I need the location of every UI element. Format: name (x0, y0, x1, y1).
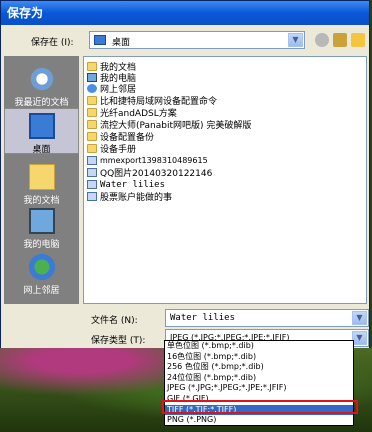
place-label: 桌面 (32, 145, 51, 155)
computer-icon (87, 73, 97, 82)
folder-icon (87, 144, 97, 153)
list-item[interactable]: 光纤andADSL方案 (87, 107, 177, 119)
list-item-label: mmexport1398310489615 (100, 156, 208, 165)
list-item[interactable]: 股票账户能做的事 (87, 191, 173, 203)
image-icon (87, 168, 97, 177)
folder-icon (87, 120, 97, 129)
filetype-option[interactable]: 24位位图 (*.bmp;*.dib) (165, 373, 353, 384)
list-item[interactable]: mmexport1398310489615 (87, 155, 208, 166)
save-in-dropdown[interactable]: 桌面 ▼ (89, 31, 305, 49)
place-recent[interactable]: 我最近的文档 (4, 66, 79, 108)
list-item[interactable]: 流控大师(Panabit网吧版) 完美破解版 (87, 119, 251, 131)
chevron-down-icon[interactable]: ▼ (352, 331, 367, 345)
list-item[interactable]: QQ图片20140320122146 (87, 167, 213, 179)
folder-icon (87, 132, 97, 141)
network-places-icon (28, 254, 55, 280)
place-my-documents[interactable]: 我的文档 (4, 164, 79, 206)
place-label: 我最近的文档 (14, 98, 69, 108)
image-icon (87, 192, 97, 201)
desktop-small-icon (94, 35, 106, 45)
folder-icon (87, 108, 97, 117)
filename-value: Water lilies (170, 313, 236, 323)
list-item-label: QQ图片20140320122146 (100, 169, 213, 179)
place-network[interactable]: 网上邻居 (4, 254, 79, 296)
save-as-dialog: 保存为 保存在 (I): 桌面 ▼ 我最近的文档 桌面 我的文档 我的电脑 网上… (0, 0, 370, 350)
file-list[interactable]: 我的文档 我的电脑 网上邻居 比和捷特局域网设备配置命令 光纤andADSL方案… (83, 56, 367, 304)
filename-input[interactable]: Water lilies ▼ (165, 309, 369, 327)
filetype-option[interactable]: 单色位图 (*.bmp;*.dib) (165, 341, 353, 352)
list-item-label: Water lilies (100, 179, 166, 190)
place-my-computer[interactable]: 我的电脑 (4, 208, 79, 250)
chevron-down-icon[interactable]: ▼ (288, 33, 303, 47)
my-computer-icon (28, 208, 55, 234)
chevron-down-icon[interactable]: ▼ (352, 311, 367, 325)
folder-icon (87, 62, 97, 71)
folder-icon (87, 96, 97, 105)
place-label: 网上邻居 (23, 286, 60, 296)
save-in-value: 桌面 (112, 38, 131, 48)
up-folder-icon[interactable] (333, 33, 347, 47)
list-item[interactable]: 网上邻居 (87, 83, 136, 95)
network-icon (87, 84, 97, 93)
back-icon[interactable] (315, 33, 329, 47)
list-item[interactable]: 比和捷特局域网设备配置命令 (87, 95, 217, 107)
place-label: 我的文档 (23, 196, 60, 206)
list-item-label: 设备手册 (100, 145, 137, 155)
filetype-option[interactable]: JPEG (*.JPG;*.JPEG;*.JPE;*.JFIF) (165, 383, 353, 394)
my-documents-icon (28, 164, 55, 190)
place-label: 我的电脑 (23, 240, 60, 250)
save-in-label: 保存在 (I): (31, 38, 74, 48)
highlight-annotation-box (162, 400, 358, 414)
dialog-title: 保存为 (1, 1, 369, 25)
image-icon (87, 156, 97, 165)
filetype-option[interactable]: 256 色位图 (*.bmp;*.dib) (165, 362, 353, 373)
filetype-option[interactable]: 16色位图 (*.bmp;*.dib) (165, 352, 353, 363)
new-folder-icon[interactable] (351, 33, 365, 47)
places-bar: 我最近的文档 桌面 我的文档 我的电脑 网上邻居 (4, 56, 79, 304)
place-desktop[interactable]: 桌面 (4, 108, 79, 155)
filetype-label: 保存类型 (T): (91, 336, 146, 346)
image-icon (87, 180, 97, 189)
filename-label: 文件名 (N): (91, 316, 138, 326)
recent-documents-icon (28, 66, 55, 92)
list-item[interactable]: 设备配置备份 (87, 131, 154, 143)
desktop-icon (28, 113, 55, 139)
filetype-option[interactable]: PNG (*.PNG) (165, 415, 353, 426)
list-item[interactable]: 设备手册 (87, 143, 137, 155)
list-item-label: 股票账户能做的事 (100, 193, 173, 203)
list-item[interactable]: Water lilies (87, 179, 165, 190)
